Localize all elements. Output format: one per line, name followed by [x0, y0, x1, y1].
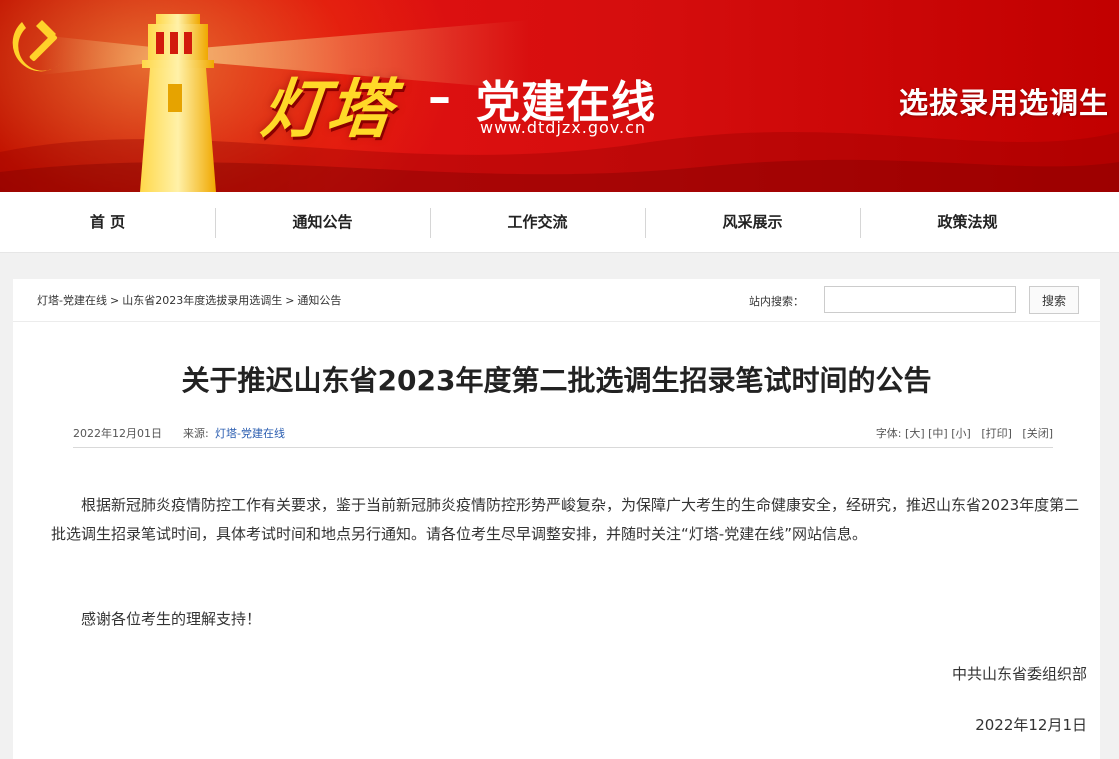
- nav-item-policies[interactable]: 政策法规: [860, 192, 1075, 252]
- nav-item-home[interactable]: 首 页: [0, 192, 215, 252]
- nav-item-showcase[interactable]: 风采展示: [645, 192, 860, 252]
- search-button[interactable]: 搜索: [1029, 286, 1079, 314]
- article-paragraph: 根据新冠肺炎疫情防控工作有关要求，鉴于当前新冠肺炎疫情防控形势严峻复杂，为保障广…: [51, 496, 1080, 543]
- article-meta: 2022年12月01日 来源: 灯塔-党建在线 字体: [大] [中] [小] …: [73, 425, 1053, 445]
- source-label: 来源:: [183, 427, 209, 440]
- brand-dash: –: [428, 70, 451, 124]
- article-paragraph: 感谢各位考生的理解支持！: [81, 610, 262, 628]
- lighthouse-icon: [140, 14, 216, 192]
- site-banner: 灯塔 – 党建在线 www.dtdjzx.gov.cn 选拔录用选调生: [0, 0, 1119, 192]
- breadcrumb-link-notices[interactable]: 通知公告: [297, 294, 341, 307]
- print-button[interactable]: [打印]: [981, 427, 1012, 440]
- nav-item-notices[interactable]: 通知公告: [215, 192, 430, 252]
- article-tools: 字体: [大] [中] [小] [打印] [关闭]: [876, 425, 1053, 441]
- source-link[interactable]: 灯塔-党建在线: [215, 425, 285, 441]
- breadcrumb: 灯塔-党建在线 > 山东省2023年度选拔录用选调生 > 通知公告: [37, 292, 341, 308]
- signature-org: 中共山东省委组织部: [951, 665, 1087, 683]
- publish-date: 2022年12月01日: [73, 427, 162, 440]
- main-nav: 首 页 通知公告 工作交流 风采展示 政策法规: [0, 192, 1119, 253]
- font-size-label: 字体:: [875, 427, 902, 440]
- font-large-button[interactable]: [大]: [905, 427, 925, 440]
- article-title: 关于推迟山东省2023年度第二批选调生招录笔试时间的公告: [181, 364, 932, 397]
- font-medium-button[interactable]: [中]: [928, 427, 948, 440]
- close-button[interactable]: [关闭]: [1022, 427, 1053, 440]
- breadcrumb-separator: >: [285, 294, 295, 307]
- search-label: 站内搜索：: [749, 295, 804, 308]
- meta-divider: [73, 447, 1053, 448]
- site-url: www.dtdjzx.gov.cn: [480, 118, 647, 137]
- search-input[interactable]: [824, 286, 1016, 313]
- font-small-button[interactable]: [小]: [951, 427, 971, 440]
- content-topbar: 灯塔-党建在线 > 山东省2023年度选拔录用选调生 > 通知公告 站内搜索： 搜索: [13, 279, 1100, 322]
- party-emblem-icon: [12, 20, 61, 72]
- breadcrumb-separator: >: [109, 294, 120, 307]
- content-panel: 灯塔-党建在线 > 山东省2023年度选拔录用选调生 > 通知公告 站内搜索： 搜索 关…: [13, 279, 1100, 759]
- breadcrumb-link-home[interactable]: 灯塔-党建在线: [37, 294, 107, 307]
- brand-logo-text: 灯塔: [257, 72, 398, 147]
- column-title: 选拔录用选调生: [898, 86, 1109, 120]
- breadcrumb-link-column[interactable]: 山东省2023年度选拔录用选调生: [122, 294, 282, 307]
- nav-item-work-exchange[interactable]: 工作交流: [430, 192, 645, 252]
- signature-date: 2022年12月1日: [975, 716, 1087, 734]
